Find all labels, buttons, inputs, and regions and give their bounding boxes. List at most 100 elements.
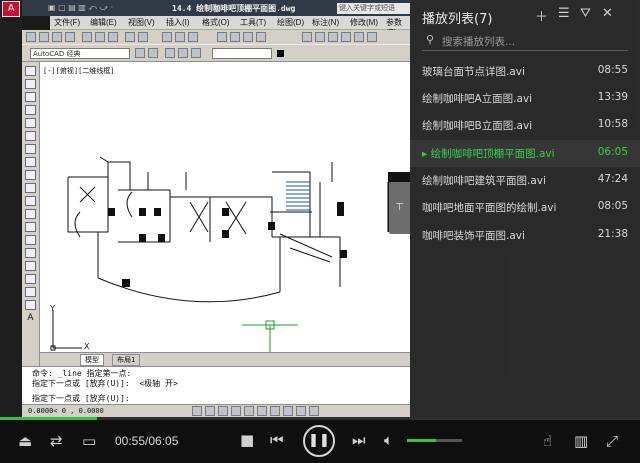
cad-menu-bar: 文件(F) 编辑(E) 视图(V) 插入(I) 格式(O) 工具(T) 绘图(D… (50, 16, 410, 37)
stop-icon[interactable]: ■ (240, 431, 254, 449)
cad-title-bar: ▣ ▢ ▤ ▥ ⤺ ⤻ · 14.4 绘制咖啡吧顶棚平面图.dwg 键入关键字或… (22, 0, 410, 16)
toolbar-icon (138, 32, 148, 42)
playlist-item-duration: 10:58 (597, 118, 628, 130)
playlist-item[interactable]: 咖啡吧地面平面图的绘制.avi 08:05 (410, 194, 640, 221)
playlist-item[interactable]: 玻璃台面节点详图.avi 08:55 (410, 58, 640, 85)
status-toggle-icon (231, 406, 241, 416)
menu-draw: 绘图(D) (277, 18, 305, 27)
toolbar-icon (26, 32, 36, 42)
playlist-item[interactable]: 绘制咖啡吧A立面图.avi 13:39 (410, 85, 640, 112)
playlist-item-duration: 47:24 (597, 173, 628, 185)
toolbar-icon (256, 32, 266, 42)
cad-status-bar: 0.0000< 0 , 0.0000 (22, 404, 410, 417)
toolbar-icon (217, 32, 227, 42)
status-toggle-icon (296, 406, 306, 416)
toolbar-icon (25, 170, 36, 180)
playlist-item-duration: 21:38 (597, 228, 628, 240)
tab-layout1: 布局1 (112, 354, 141, 366)
toolbar-icon (25, 92, 36, 102)
toolbar-icon (302, 32, 312, 42)
menu-view: 视图(V) (128, 18, 155, 27)
playlist-item-duration: 08:05 (597, 200, 628, 212)
playlist-item[interactable]: 绘制咖啡吧B立面图.avi 10:58 (410, 112, 640, 139)
toolbar-icon (25, 118, 36, 128)
toolbar-icon (82, 32, 92, 42)
ucs-x-label: X (84, 342, 90, 351)
next-icon[interactable]: ⏭ (352, 431, 366, 449)
loop-icon[interactable]: ⇄ (50, 432, 63, 450)
close-icon[interactable]: ✕ (602, 6, 613, 21)
layout-tabs: 模型 布局1 (40, 352, 410, 366)
app-logo: A (2, 1, 20, 17)
playlist-item-active[interactable]: ▸ 绘制咖啡吧顶棚平面图.avi 06:05 (410, 140, 640, 167)
search-placeholder: 搜索播放列表... (442, 36, 516, 48)
quick-access-icons: ▣ ▢ ▤ ▥ ⤺ ⤻ · (48, 3, 114, 12)
gesture-icon[interactable]: ☝ (543, 432, 552, 450)
screen-icon[interactable]: ▭ (82, 432, 96, 450)
toolbar-icon (230, 32, 240, 42)
cad-search-field: 键入关键字或短语 (337, 3, 410, 14)
layer-color-swatch (277, 50, 284, 57)
pause-button[interactable]: ❚❚ (303, 425, 335, 457)
toolbar-icon (135, 48, 145, 58)
status-toggle-icon (244, 406, 254, 416)
playlist-item[interactable]: 绘制咖啡吧建筑平面图.avi 47:24 (410, 167, 640, 194)
toolbar-icon (165, 48, 175, 58)
toolbar-icon (188, 32, 198, 42)
list-options-icon[interactable]: ☰ (558, 6, 570, 21)
status-toggle-icon (257, 406, 267, 416)
playlist-item-duration: 06:05 (597, 146, 628, 158)
toolbar-icon (315, 32, 325, 42)
toolbar-icon (243, 32, 253, 42)
playlist-item-duration: 13:39 (597, 91, 628, 103)
toolbar-icon (25, 287, 36, 297)
filter-icon[interactable]: ⛛ (580, 6, 591, 21)
playlist-panel: 播放列表(7) ＋ ☰ ⛛ ✕ ⚲ 搜索播放列表... 玻璃台面节点详图.avi… (410, 0, 640, 417)
toolbar-icon (108, 32, 118, 42)
status-toggle-icon (309, 406, 319, 416)
toolbar-icon (341, 32, 351, 42)
playlist-search[interactable]: ⚲ 搜索播放列表... (422, 31, 628, 51)
toolbar-icon (52, 32, 62, 42)
cad-toolbar-workspace: AutoCAD 经典 (22, 44, 410, 62)
toolbar-icon (367, 32, 377, 42)
status-toggle-icon (283, 406, 293, 416)
menu-edit: 编辑(E) (90, 18, 117, 27)
toolbar-icon (354, 32, 364, 42)
menu-dimension: 标注(N) (312, 18, 340, 27)
menu-format: 格式(O) (202, 18, 230, 27)
toolbar-icon (25, 183, 36, 193)
text-tool-icon: A (27, 313, 34, 323)
toolbar-icon (65, 32, 75, 42)
playlist-item-name: 咖啡吧地面平面图的绘制.avi (422, 202, 557, 214)
previous-icon[interactable]: ⏮ (270, 431, 284, 449)
menu-modify: 修改(M) (350, 18, 378, 27)
playlist-item-name: 玻璃台面节点详图.avi (422, 66, 525, 78)
playlist-item-name: 咖啡吧装饰平面图.avi (422, 230, 525, 242)
status-toggle-icon (270, 406, 280, 416)
add-icon[interactable]: ＋ (535, 6, 548, 25)
left-strip: A (0, 0, 22, 417)
ucs-y-label: Y (50, 304, 55, 313)
toolbar-icon (328, 32, 338, 42)
toolbar-icon (25, 222, 36, 232)
pause-icon: ❚❚ (308, 433, 330, 448)
playlist-toggle-icon[interactable]: ▥ (574, 432, 588, 450)
toolbar-icon (95, 32, 105, 42)
playlist-item[interactable]: 咖啡吧装饰平面图.avi 21:38 (410, 222, 640, 249)
fullscreen-icon[interactable]: ⤢ (606, 432, 618, 450)
playlist-collapse-button[interactable]: ⊤ (389, 182, 410, 234)
toolbar-icon (39, 32, 49, 42)
volume-icon[interactable]: 🔈︎ (384, 431, 393, 449)
drawing-canvas: [-][俯视][二维线框] Y X (40, 62, 410, 352)
menu-file: 文件(F) (54, 18, 81, 27)
layer-select (212, 48, 272, 59)
line-tool-icon (25, 66, 36, 76)
workspace-select: AutoCAD 经典 (30, 48, 130, 59)
status-toggle-icon (192, 406, 202, 416)
playlist-item-name: 绘制咖啡吧A立面图.avi (422, 93, 533, 105)
menu-insert: 插入(I) (166, 18, 190, 27)
toolbar-icon (25, 131, 36, 141)
toolbar-icon (25, 105, 36, 115)
eject-icon[interactable]: ⏏ (18, 432, 32, 450)
